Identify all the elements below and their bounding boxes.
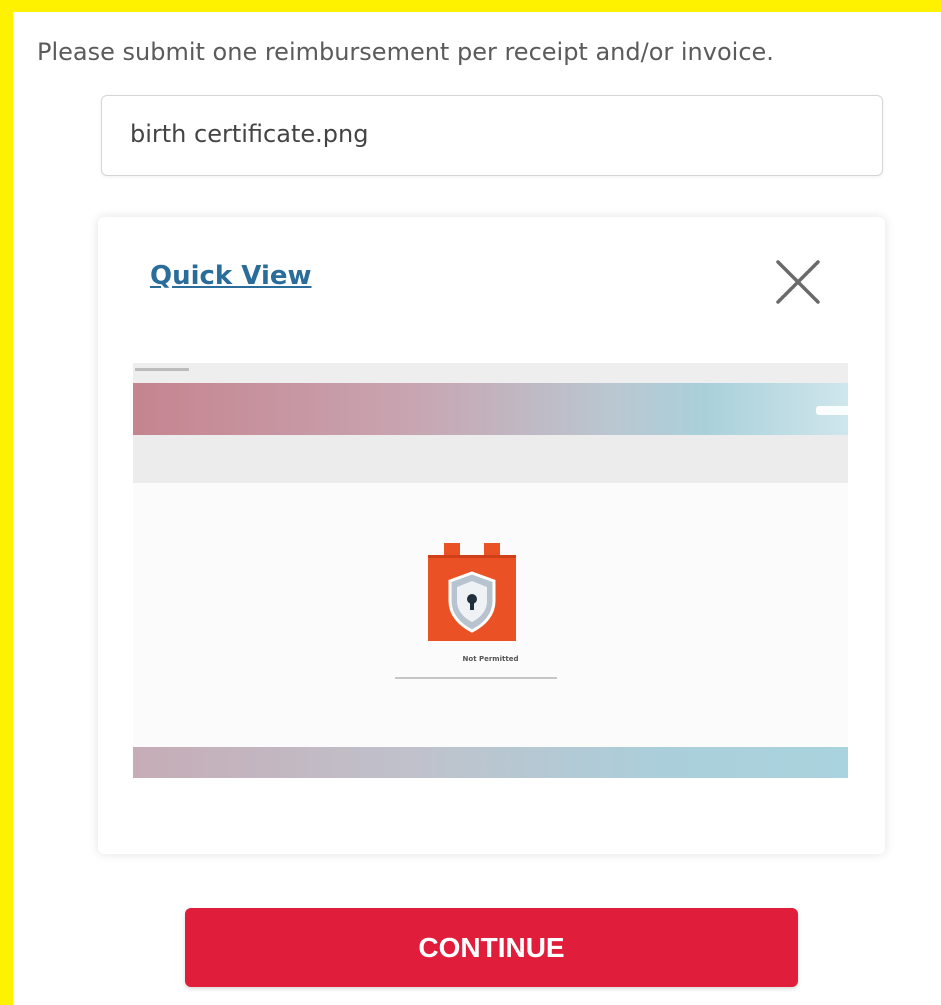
close-quick-view-button[interactable] xyxy=(771,255,825,309)
uploaded-file-field[interactable]: birth certificate.png xyxy=(101,95,883,176)
preview-top-text xyxy=(135,368,189,371)
uploaded-file-name: birth certificate.png xyxy=(130,120,369,148)
instruction-text: Please submit one reimbursement per rece… xyxy=(37,38,774,66)
quick-view-panel: Quick View Not Permitted xyxy=(98,217,885,854)
file-preview-image: Not Permitted xyxy=(133,363,848,779)
screenshot-frame: Please submit one reimbursement per rece… xyxy=(0,0,941,1005)
quick-view-link[interactable]: Quick View xyxy=(150,261,312,291)
continue-button[interactable]: CONTINUE xyxy=(185,908,798,987)
preview-footer xyxy=(133,747,848,778)
castle-lock-icon xyxy=(428,543,516,641)
preview-message-line xyxy=(395,677,557,679)
preview-top-bar xyxy=(133,363,848,383)
preview-banner xyxy=(133,383,848,435)
preview-nav-bar xyxy=(133,435,848,483)
preview-message-title: Not Permitted xyxy=(462,655,519,663)
reimbursement-page: Please submit one reimbursement per rece… xyxy=(13,12,941,1005)
preview-search-box xyxy=(816,406,848,415)
close-icon xyxy=(776,260,820,304)
